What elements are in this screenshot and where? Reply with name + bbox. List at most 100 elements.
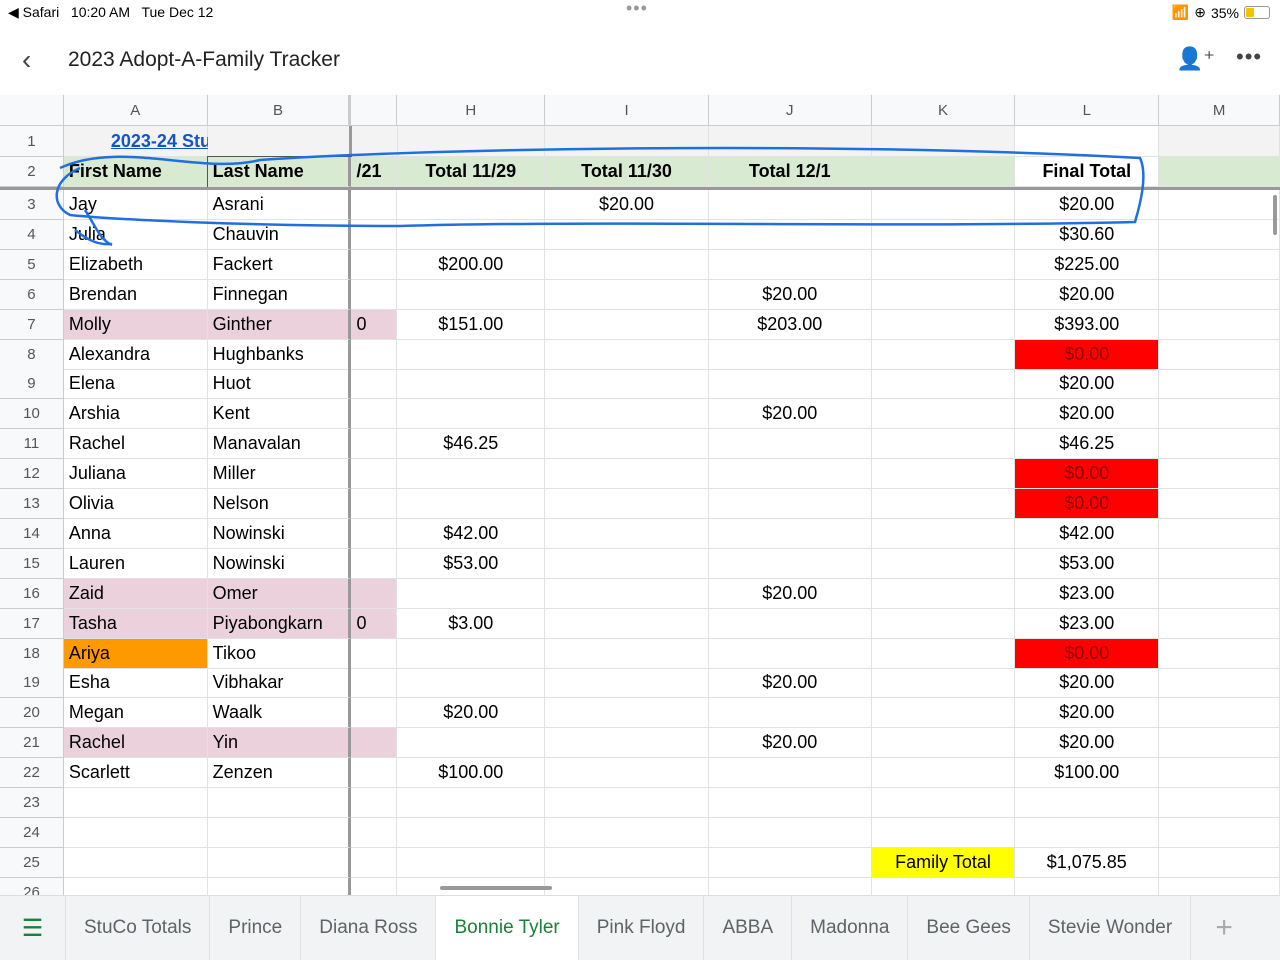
spreadsheet-grid[interactable]: A B H I J K L M 1 2023-24 StuCo Roster 2 First Name… <box>0 95 1280 895</box>
cell-b[interactable]: Chauvin <box>207 219 352 250</box>
cell-m[interactable] <box>1159 249 1280 280</box>
cell-h[interactable]: $53.00 <box>397 548 546 579</box>
sheet-tab[interactable]: ABBA <box>704 896 793 960</box>
cell-l[interactable]: $20.00 <box>1015 698 1160 729</box>
cell-m[interactable] <box>1159 399 1280 430</box>
cell-m[interactable] <box>1159 668 1280 699</box>
cell-m[interactable] <box>1159 788 1280 818</box>
cell-j[interactable] <box>708 489 872 519</box>
cell-g[interactable] <box>351 668 398 699</box>
column-header[interactable]: J <box>708 95 872 126</box>
cell-h[interactable] <box>397 668 546 699</box>
cell-i[interactable] <box>545 638 709 669</box>
cell-j[interactable]: $20.00 <box>708 399 872 430</box>
cell-l[interactable]: $0.00 <box>1015 638 1160 669</box>
cell-a[interactable]: Brendan <box>63 279 208 310</box>
share-add-person-icon[interactable]: 👤⁺ <box>1176 46 1215 72</box>
cell-h[interactable]: $3.00 <box>397 608 546 639</box>
cell-k[interactable] <box>871 190 1016 220</box>
cell-l[interactable]: $23.00 <box>1015 578 1160 609</box>
cell-j[interactable]: $203.00 <box>708 309 872 340</box>
column-header[interactable]: L <box>1015 95 1160 126</box>
cell-i[interactable] <box>545 817 709 848</box>
cell-l[interactable]: $0.00 <box>1015 489 1160 519</box>
cell-h[interactable] <box>397 489 546 519</box>
cell[interactable] <box>545 126 710 157</box>
cell-m[interactable] <box>1159 847 1280 878</box>
cell-b[interactable]: Waalk <box>207 698 352 729</box>
cell-g[interactable] <box>351 518 398 549</box>
cell-l[interactable]: $20.00 <box>1015 728 1160 759</box>
cell-g[interactable] <box>351 728 398 759</box>
cell-a[interactable]: Elena <box>63 369 208 400</box>
cell-j[interactable] <box>708 638 872 669</box>
column-header[interactable] <box>351 95 398 126</box>
cell-l[interactable]: $30.60 <box>1015 219 1160 250</box>
cell-m[interactable] <box>1159 728 1280 759</box>
cell-h[interactable]: $200.00 <box>397 249 546 280</box>
cell-g[interactable] <box>351 847 398 878</box>
sheet-tab[interactable]: Diana Ross <box>301 896 437 960</box>
cell-l[interactable]: $225.00 <box>1015 249 1160 280</box>
cell-j[interactable] <box>708 847 872 878</box>
cell-l[interactable]: $20.00 <box>1015 190 1160 220</box>
column-header[interactable]: I <box>545 95 709 126</box>
cell-a[interactable]: Ariya <box>63 638 208 669</box>
cell-h[interactable] <box>397 638 546 669</box>
cell-b[interactable]: Ginther <box>207 309 352 340</box>
cell-h[interactable]: $46.25 <box>397 429 546 460</box>
cell-i[interactable] <box>545 459 709 490</box>
cell-k[interactable] <box>871 518 1016 549</box>
cell-j[interactable] <box>708 190 872 220</box>
cell-k[interactable] <box>871 249 1016 280</box>
cell[interactable] <box>1015 126 1160 157</box>
cell-b[interactable]: Finnegan <box>207 279 352 310</box>
cell-j[interactable] <box>708 698 872 729</box>
cell-h[interactable] <box>397 339 546 370</box>
cell-b[interactable] <box>207 788 352 818</box>
cell-a[interactable]: Alexandra <box>63 339 208 370</box>
cell-l[interactable]: $20.00 <box>1015 369 1160 400</box>
column-header[interactable] <box>0 95 64 126</box>
cell-l[interactable] <box>1015 788 1160 818</box>
cell-m[interactable] <box>1159 190 1280 220</box>
cell-k[interactable] <box>871 548 1016 579</box>
cell-m[interactable] <box>1159 758 1280 789</box>
column-header[interactable]: K <box>871 95 1016 126</box>
cell-a[interactable] <box>63 847 208 878</box>
cell-k[interactable] <box>871 638 1016 669</box>
cell-i[interactable] <box>545 399 709 430</box>
cell-a[interactable]: Esha <box>63 668 208 699</box>
column-header[interactable]: B <box>207 95 352 126</box>
header-cell-l[interactable]: Final Total <box>1015 157 1160 187</box>
cell-k[interactable] <box>871 578 1016 609</box>
cell-g[interactable] <box>351 788 398 818</box>
cell-i[interactable] <box>545 279 709 310</box>
back-chevron-icon[interactable]: ‹ <box>22 44 31 76</box>
cell-k[interactable]: Family Total <box>871 847 1016 878</box>
cell-k[interactable] <box>871 399 1016 430</box>
sheet-tab[interactable]: Madonna <box>792 896 909 960</box>
more-options-icon[interactable]: ••• <box>1236 44 1262 70</box>
cell[interactable]: 2023-24 StuCo Roster <box>63 126 297 157</box>
multitask-dots-icon[interactable]: ••• <box>626 0 648 19</box>
cell-b[interactable]: Zenzen <box>207 758 352 789</box>
cell-a[interactable]: Rachel <box>63 728 208 759</box>
cell-h[interactable] <box>397 459 546 490</box>
cell-m[interactable] <box>1159 309 1280 340</box>
cell-b[interactable]: Yin <box>207 728 352 759</box>
cell-l[interactable]: $20.00 <box>1015 668 1160 699</box>
cell-a[interactable]: Tasha <box>63 608 208 639</box>
cell-h[interactable]: $100.00 <box>397 758 546 789</box>
cell-i[interactable] <box>545 219 709 250</box>
header-cell-a[interactable]: First Name <box>63 157 208 187</box>
cell-g[interactable] <box>351 339 398 370</box>
cell-m[interactable] <box>1159 638 1280 669</box>
cell-g[interactable] <box>351 369 398 400</box>
cell-a[interactable]: Rachel <box>63 429 208 460</box>
cell-j[interactable] <box>708 249 872 280</box>
cell-k[interactable] <box>871 698 1016 729</box>
cell-k[interactable] <box>871 429 1016 460</box>
cell-j[interactable] <box>708 758 872 789</box>
cell-g[interactable] <box>351 758 398 789</box>
